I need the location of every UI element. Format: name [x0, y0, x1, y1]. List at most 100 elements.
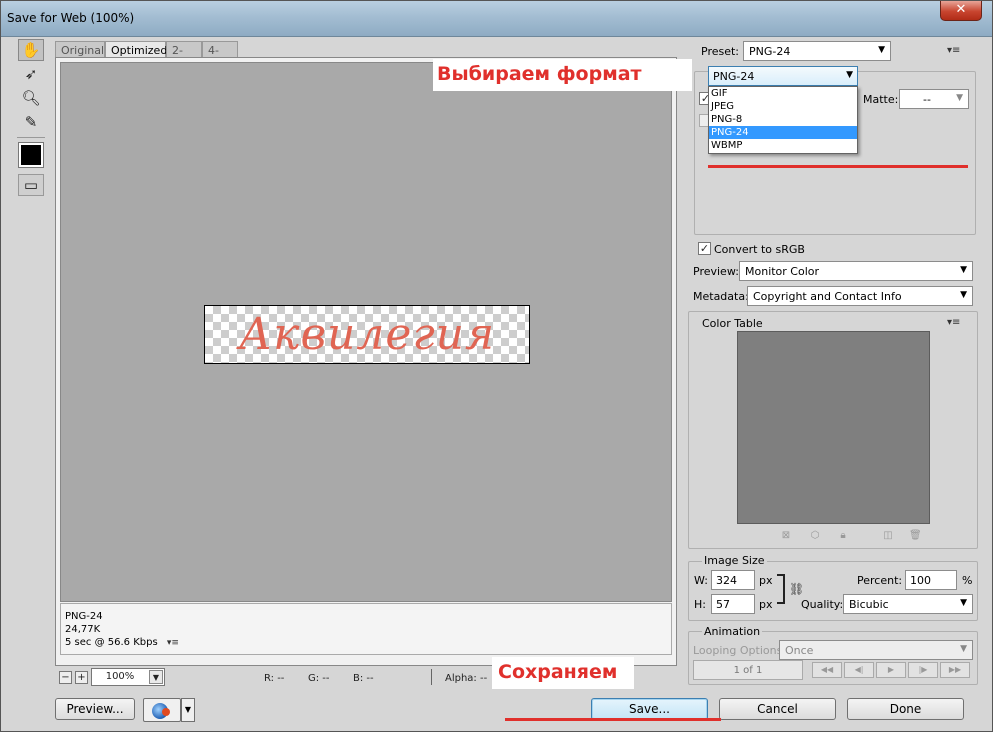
quality-label: Quality: — [801, 598, 844, 611]
play-button[interactable]: ▶ — [876, 662, 906, 678]
toggle-slices-icon[interactable]: ▭ — [18, 174, 44, 196]
info-menu-icon[interactable]: ▾≡ — [167, 638, 179, 648]
settings-menu-icon[interactable]: ▾≡ — [947, 45, 960, 56]
first-frame-button[interactable]: ◀◀ — [812, 662, 842, 678]
convert-srgb-label: Convert to sRGB — [714, 243, 805, 256]
status-divider — [431, 669, 432, 685]
format-option-gif[interactable]: GIF — [709, 87, 857, 100]
format-option-jpeg[interactable]: JPEG — [709, 100, 857, 113]
preset-value: PNG-24 — [749, 45, 791, 58]
metadata-value: Copyright and Contact Info — [753, 290, 902, 303]
color-table[interactable] — [737, 331, 930, 524]
annotation-choose-format: Выбираем формат — [433, 59, 692, 91]
info-size: 24,77K — [65, 624, 101, 635]
height-label: H: — [694, 598, 706, 611]
percent-input[interactable]: 100 — [905, 570, 957, 590]
eyedropper-color-swatch[interactable] — [18, 142, 44, 168]
frame-counter: 1 of 1 — [733, 665, 763, 676]
slice-select-tool-icon[interactable]: ➶ — [18, 63, 44, 85]
zoom-in-button[interactable]: + — [75, 671, 88, 684]
matte-select[interactable]: -- ▼ — [899, 89, 969, 109]
chevron-down-icon: ▼ — [960, 644, 967, 654]
height-input[interactable]: 57 — [711, 594, 755, 614]
quality-select[interactable]: Bicubic ▼ — [843, 594, 973, 614]
format-option-png-8[interactable]: PNG-8 — [709, 113, 857, 126]
toolbox-divider — [17, 137, 45, 138]
chevron-down-icon: ▼ — [149, 670, 163, 684]
browser-dropdown-button[interactable]: ▼ — [181, 698, 195, 722]
frame-counter-box: 1 of 1 — [693, 660, 803, 680]
close-button[interactable]: ✕ — [940, 1, 982, 21]
tab-4-up[interactable]: 4-Up — [202, 41, 238, 70]
file-format-list: GIF JPEG PNG-8 PNG-24 WBMP — [708, 86, 858, 154]
info-format: PNG-24 — [65, 611, 103, 622]
metadata-select[interactable]: Copyright and Contact Info ▼ — [747, 286, 973, 306]
preset-select[interactable]: PNG-24 ▼ — [743, 41, 891, 61]
preview-canvas[interactable]: Аквилегия — [60, 62, 672, 602]
eyedropper-tool-icon[interactable]: ✎ — [18, 111, 44, 133]
zoom-level-select[interactable]: 100% ▼ — [91, 668, 165, 686]
tab-original[interactable]: Original — [55, 41, 105, 58]
last-frame-button[interactable]: ▶▶ — [940, 662, 970, 678]
done-button[interactable]: Done — [847, 698, 964, 720]
annotation-format-underline — [708, 165, 968, 168]
color-table-menu-icon[interactable]: ▾≡ — [947, 317, 960, 328]
animation-title: Animation — [702, 625, 763, 638]
alpha-readout: Alpha: -- — [445, 673, 488, 684]
title-bar[interactable]: Save for Web (100%) ✕ — [1, 1, 992, 37]
preview-button[interactable]: Preview... — [55, 698, 135, 720]
swatch-color — [21, 145, 41, 165]
chain-link-icon[interactable]: ⛓ — [789, 582, 804, 596]
matte-value: -- — [923, 93, 931, 106]
preview-mode-select[interactable]: Monitor Color ▼ — [739, 261, 973, 281]
delete-color-icon[interactable]: 🗑︎ — [909, 530, 922, 541]
convert-srgb-checkbox[interactable]: ✓ — [698, 242, 711, 255]
looping-select[interactable]: Once ▼ — [779, 640, 973, 660]
height-unit: px — [759, 598, 773, 611]
image-text: Аквилегия — [238, 309, 496, 360]
annotation-save-underline — [505, 718, 721, 721]
tab-2-up[interactable]: 2-Up — [166, 41, 202, 70]
blue-readout: B: -- — [353, 673, 374, 684]
map-transparent-icon[interactable]: ⊠ — [780, 530, 792, 541]
new-color-icon[interactable]: ◫ — [882, 530, 894, 541]
matte-label: Matte: — [863, 93, 899, 106]
preview-mode-value: Monitor Color — [745, 265, 820, 278]
format-option-wbmp[interactable]: WBMP — [709, 139, 857, 152]
metadata-label: Metadata: — [693, 290, 749, 303]
lock-color-icon[interactable]: 🔒︎ — [837, 530, 849, 541]
file-format-select[interactable]: PNG-24 ▼ — [708, 66, 858, 86]
color-table-title: Color Table — [702, 317, 763, 330]
red-readout: R: -- — [264, 673, 285, 684]
optimized-image[interactable]: Аквилегия — [204, 305, 530, 364]
looping-label: Looping Options: — [693, 644, 787, 657]
tab-optimized[interactable]: Optimized — [105, 41, 167, 58]
format-option-png-24[interactable]: PNG-24 — [709, 126, 857, 139]
green-readout: G: -- — [308, 673, 330, 684]
constrain-bracket — [777, 574, 785, 604]
dialog-body: ✋ ➶ 🔍︎ ✎ ▭ Original Optimized 2-Up 4-Up … — [5, 37, 988, 729]
web-snap-icon[interactable]: ⬡ — [809, 530, 821, 541]
looping-value: Once — [785, 644, 814, 657]
toolbox: ✋ ➶ 🔍︎ ✎ ▭ — [17, 39, 47, 198]
percent-label: Percent: — [857, 574, 903, 587]
save-button[interactable]: Save... — [591, 698, 708, 720]
preview-mode-label: Preview: — [693, 265, 739, 278]
file-format-value: PNG-24 — [713, 70, 755, 83]
zoom-tool-icon[interactable]: 🔍︎ — [18, 87, 44, 109]
previous-frame-button[interactable]: ◀| — [844, 662, 874, 678]
next-frame-button[interactable]: |▶ — [908, 662, 938, 678]
chevron-down-icon: ▼ — [960, 290, 967, 300]
quality-value: Bicubic — [849, 598, 889, 611]
preview-frame: Аквилегия PNG-24 24,77K 5 sec @ 56.6 Kbp… — [55, 57, 677, 666]
cancel-button[interactable]: Cancel — [719, 698, 836, 720]
chevron-down-icon: ▼ — [846, 70, 853, 80]
width-input[interactable]: 324 — [711, 570, 755, 590]
info-download-time: 5 sec @ 56.6 Kbps ▾≡ — [65, 637, 179, 648]
zoom-level-value: 100% — [105, 671, 135, 682]
zoom-out-button[interactable]: − — [59, 671, 72, 684]
preview-in-browser-button[interactable] — [143, 698, 181, 722]
browser-globe-icon — [152, 703, 170, 719]
width-label: W: — [694, 574, 708, 587]
hand-tool-icon[interactable]: ✋ — [18, 39, 44, 61]
